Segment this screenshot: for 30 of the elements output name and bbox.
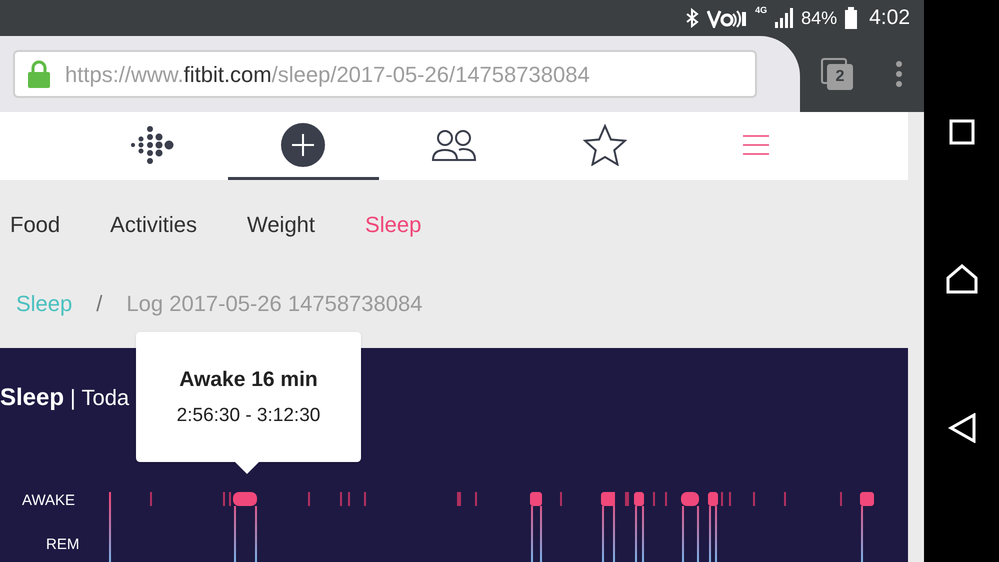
lock-icon — [27, 60, 51, 88]
url-text: https://www.fitbit.com/sleep/2017-05-26/14758738084 — [65, 60, 590, 89]
url-field[interactable]: https://www.fitbit.com/sleep/2017-05-26/14758738084 — [13, 50, 757, 98]
back-icon[interactable] — [948, 412, 976, 443]
tooltip-range: 2:56:30 - 3:12:30 — [176, 404, 320, 428]
panel-title: Sleep — [0, 383, 64, 413]
add-icon — [281, 122, 326, 166]
tooltip-title: Awake 16 min — [179, 367, 318, 393]
more-options-icon[interactable] — [895, 61, 903, 87]
battery-percent: 84% — [801, 6, 838, 30]
friends-icon — [432, 128, 476, 162]
volte-icon — [707, 8, 748, 28]
network-type: 4G — [755, 6, 768, 15]
stage-label: AWAKE — [22, 491, 76, 511]
section-tab[interactable]: Activities — [110, 208, 197, 240]
star-icon — [582, 124, 627, 166]
signal-icon — [775, 8, 794, 28]
bluetooth-icon — [685, 8, 700, 28]
clock-time: 4:02 — [869, 5, 910, 32]
menu-icon — [742, 134, 769, 156]
section-tab[interactable]: Food — [10, 208, 60, 240]
battery-icon — [845, 7, 858, 29]
section-tab[interactable]: Weight — [246, 208, 316, 240]
home-icon[interactable] — [946, 264, 978, 294]
breadcrumb-current: Log 2017-05-26 14758738084 — [126, 290, 422, 318]
recent-apps-icon[interactable] — [948, 119, 974, 146]
breadcrumb-separator: / — [96, 290, 102, 318]
logo-icon — [129, 124, 176, 164]
stage-label: REM — [46, 535, 80, 555]
panel-subtitle: | Toda — [70, 384, 130, 412]
